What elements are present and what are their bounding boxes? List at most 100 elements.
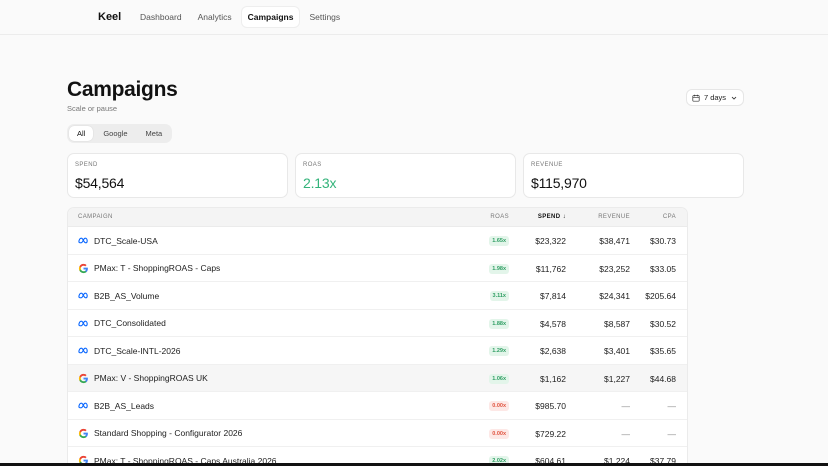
revenue-cell: $1,227 [604,373,630,384]
cpa-cell: $30.73 [650,236,676,246]
campaign-name-cell: PMax: V - ShoppingROAS UK [78,373,208,384]
filter-all[interactable]: All [69,126,94,141]
spend-cell: $11,762 [535,263,566,274]
campaign-name: B2B_AS_Volume [94,290,160,301]
revenue-cell: $8,587 [604,318,630,329]
roas-badge: 1.98x [489,263,509,274]
revenue-cell: $38,471 [599,236,630,246]
revenue-cell: — [621,428,631,439]
date-range-button[interactable]: 7 days [686,89,744,106]
stat-label: SPEND [75,162,98,168]
spend-cell: $23,322 [535,236,566,246]
spend-cell: $1,162 [540,373,566,384]
roas-badge: 0.00x [489,401,509,411]
campaign-name-cell: DTC_Scale-INTL-2026 [78,345,180,356]
top-navigation-bar: Keel Dashboard Analytics Campaigns Setti… [0,0,828,35]
campaign-name-cell: Standard Shopping - Configurator 2026 [78,428,242,439]
meta-icon [78,402,88,409]
spend-cell: $729.22 [535,428,566,439]
google-icon [78,263,88,273]
stat-value: 2.13x [303,175,337,191]
table-row[interactable]: DTC_Scale-INTL-2026 1.29x $2,638 $3,401 $35.… [68,337,687,365]
campaign-name: Standard Shopping - Configurator 2026 [94,428,243,438]
platform-filter: All Google Meta [67,124,173,143]
spend-cell: $985.70 [535,401,566,411]
roas-badge: 1.88x [489,318,509,329]
spend-cell: $7,814 [540,291,566,301]
calendar-icon [692,94,700,102]
campaign-name: PMax: V - ShoppingROAS UK [94,373,208,383]
campaign-name: PMax: T - ShoppingROAS - Caps [94,263,221,273]
table-row[interactable]: B2B_AS_Volume 3.11x $7,814 $24,341 $205.64 [68,282,687,310]
cpa-cell: — [667,428,677,439]
stat-value: $115,970 [531,175,587,191]
stat-card-spend: SPEND $54,564 [67,153,288,198]
campaign-name: DTC_Scale-USA [94,235,158,246]
spend-cell: $4,578 [540,318,566,329]
revenue-cell: $24,341 [599,291,630,301]
nav-item-settings[interactable]: Settings [303,7,346,27]
roas-badge: 0.00x [489,428,509,439]
revenue-cell: — [621,401,631,411]
main-nav: Dashboard Analytics Campaigns Settings [134,7,346,27]
campaign-name: B2B_AS_Leads [94,400,155,411]
meta-icon [78,320,88,326]
cpa-cell: $33.05 [650,263,676,274]
spend-cell: $2,638 [540,346,566,356]
revenue-cell: $3,401 [604,346,630,356]
meta-icon [78,292,88,299]
table-row[interactable]: Standard Shopping - Configurator 2026 0.0… [68,420,687,447]
google-icon [78,373,88,383]
filter-meta[interactable]: Meta [138,126,171,141]
arrow-down-icon: ↓ [562,214,566,220]
table-row[interactable]: DTC_Scale-USA 1.65x $23,322 $38,471 $30.73 [68,227,687,255]
campaign-name: DTC_Consolidated [94,318,166,328]
table-row[interactable]: DTC_Consolidated 1.88x $4,578 $8,587 $30.52 [68,310,687,337]
table-row[interactable]: PMax: T - ShoppingROAS - Caps 1.98x $11,76… [68,255,687,282]
roas-badge: 3.11x [489,291,509,301]
campaign-name-cell: DTC_Scale-USA [78,235,158,246]
campaign-name-cell: B2B_AS_Volume [78,290,159,301]
column-header-spend[interactable]: SPEND ↓ [538,214,566,220]
stat-label: ROAS [303,162,322,168]
page-subtitle: Scale or pause [67,104,118,113]
nav-item-analytics[interactable]: Analytics [192,7,238,27]
campaign-name-cell: PMax: T - ShoppingROAS - Caps [78,263,220,274]
stat-card-roas: ROAS 2.13x [295,153,516,198]
stat-label: REVENUE [531,162,563,168]
campaign-name: DTC_Scale-INTL-2026 [94,345,181,356]
table-row[interactable]: PMax: V - ShoppingROAS UK 1.06x $1,162 $1,2… [68,364,687,392]
nav-item-dashboard[interactable]: Dashboard [134,7,188,27]
cpa-cell: $30.52 [650,318,676,329]
column-header-cpa[interactable]: CPA [663,214,676,220]
filter-google[interactable]: Google [95,126,135,141]
google-icon [78,428,88,438]
campaign-name-cell: B2B_AS_Leads [78,400,154,411]
campaign-name-cell: DTC_Consolidated [78,318,166,329]
stat-card-revenue: REVENUE $115,970 [523,153,744,198]
roas-badge: 1.29x [489,346,509,356]
roas-badge: 1.65x [489,236,509,246]
cpa-cell: $35.65 [650,346,676,356]
column-header-campaign[interactable]: CAMPAIGN [78,214,113,220]
chevron-down-icon [731,96,737,100]
table-row[interactable]: B2B_AS_Leads 0.00x $985.70 — — [68,392,687,420]
revenue-cell: $23,252 [599,263,630,274]
brand-logo[interactable]: Keel [98,11,121,23]
meta-icon [78,237,88,244]
column-header-revenue[interactable]: REVENUE [598,214,630,220]
table-header: CAMPAIGN ROAS SPEND ↓ REVENUE CPA [68,208,687,227]
table-body: DTC_Scale-USA 1.65x $23,322 $38,471 $30.73 PM… [68,227,687,465]
cpa-cell: $205.64 [645,291,676,301]
cpa-cell: — [667,401,677,411]
nav-item-campaigns[interactable]: Campaigns [241,7,300,27]
stat-value: $54,564 [75,175,125,191]
column-header-spend-label: SPEND [537,214,561,220]
cpa-cell: $44.68 [650,373,676,384]
date-range-label: 7 days [703,93,727,102]
meta-icon [78,347,88,354]
page-title: Campaigns [67,78,178,101]
roas-badge: 1.06x [489,373,509,384]
column-header-roas[interactable]: ROAS [490,214,509,220]
campaigns-table: CAMPAIGN ROAS SPEND ↓ REVENUE CPA DTC_Sc… [67,207,688,466]
